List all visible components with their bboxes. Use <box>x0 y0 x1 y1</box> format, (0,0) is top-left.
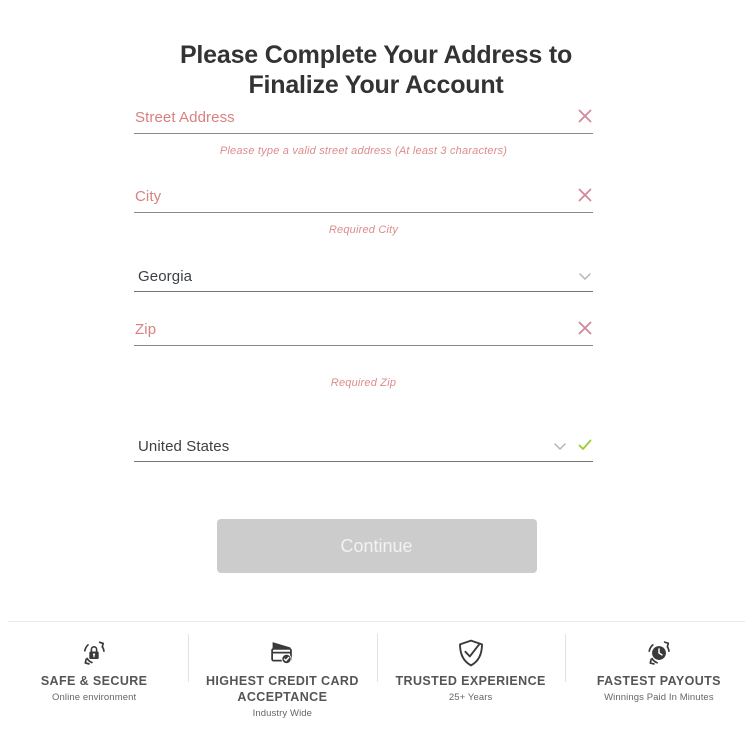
lock-refresh-icon <box>0 636 188 670</box>
continue-button-container: Continue <box>0 519 753 573</box>
country-select[interactable]: United States <box>134 434 593 462</box>
valid-check-icon <box>577 437 593 453</box>
badge-subtitle: 25+ Years <box>448 692 493 703</box>
state-select[interactable]: Georgia <box>134 264 593 292</box>
trust-badge-credit-card: HIGHEST CREDIT CARD ACCEPTANCE Industry … <box>188 630 376 735</box>
trust-badge-safe-secure: SAFE & SECURE Online environment <box>0 630 188 735</box>
trust-badges: SAFE & SECURE Online environment HIGHEST… <box>0 630 753 735</box>
signup-address-page: Please Complete Your Address to Finalize… <box>0 0 753 735</box>
zip-input[interactable]: Zip <box>134 318 593 346</box>
error-x-icon[interactable] <box>576 107 594 125</box>
country-selected-value: United States <box>138 438 230 455</box>
zip-label: Zip <box>135 321 157 338</box>
field-state: Georgia <box>134 264 593 292</box>
clock-refresh-icon <box>565 636 753 670</box>
badge-subtitle: Winnings Paid In Minutes <box>604 692 714 703</box>
badge-subtitle: Industry Wide <box>252 708 313 719</box>
street-address-error: Please type a valid street address (At l… <box>219 145 508 157</box>
field-street-address: Street Address Please type a valid stree… <box>134 106 593 158</box>
address-form: Street Address Please type a valid stree… <box>134 106 593 462</box>
error-x-icon[interactable] <box>576 186 594 204</box>
footer-divider <box>8 621 745 622</box>
trust-badge-trusted-experience: TRUSTED EXPERIENCE 25+ Years <box>376 630 565 735</box>
badge-title: FASTEST PAYOUTS <box>596 674 721 688</box>
street-address-input[interactable]: Street Address <box>134 106 593 134</box>
badge-subtitle: Online environment <box>52 692 137 703</box>
city-label: City <box>135 188 162 205</box>
zip-error: Required Zip <box>330 377 397 389</box>
street-address-label: Street Address <box>135 109 235 126</box>
field-country: United States <box>134 434 593 462</box>
city-input[interactable]: City <box>134 185 593 213</box>
badge-title: SAFE & SECURE <box>40 674 148 688</box>
badge-title: HIGHEST CREDIT CARD ACCEPTANCE <box>206 674 359 704</box>
chevron-down-icon[interactable] <box>552 438 568 454</box>
field-zip: Zip Required Zip <box>134 318 593 390</box>
credit-card-check-icon <box>188 636 376 670</box>
state-selected-value: Georgia <box>138 268 193 285</box>
page-title: Please Complete Your Address to Finalize… <box>179 41 573 99</box>
trust-badge-fastest-payouts: FASTEST PAYOUTS Winnings Paid In Minutes <box>564 630 753 735</box>
chevron-down-icon[interactable] <box>577 268 593 284</box>
field-city: City Required City <box>134 185 593 237</box>
shield-check-icon <box>377 636 565 670</box>
continue-button[interactable]: Continue <box>216 519 537 573</box>
badge-title: TRUSTED EXPERIENCE <box>395 674 546 688</box>
city-error: Required City <box>328 224 399 236</box>
error-x-icon[interactable] <box>576 319 594 337</box>
